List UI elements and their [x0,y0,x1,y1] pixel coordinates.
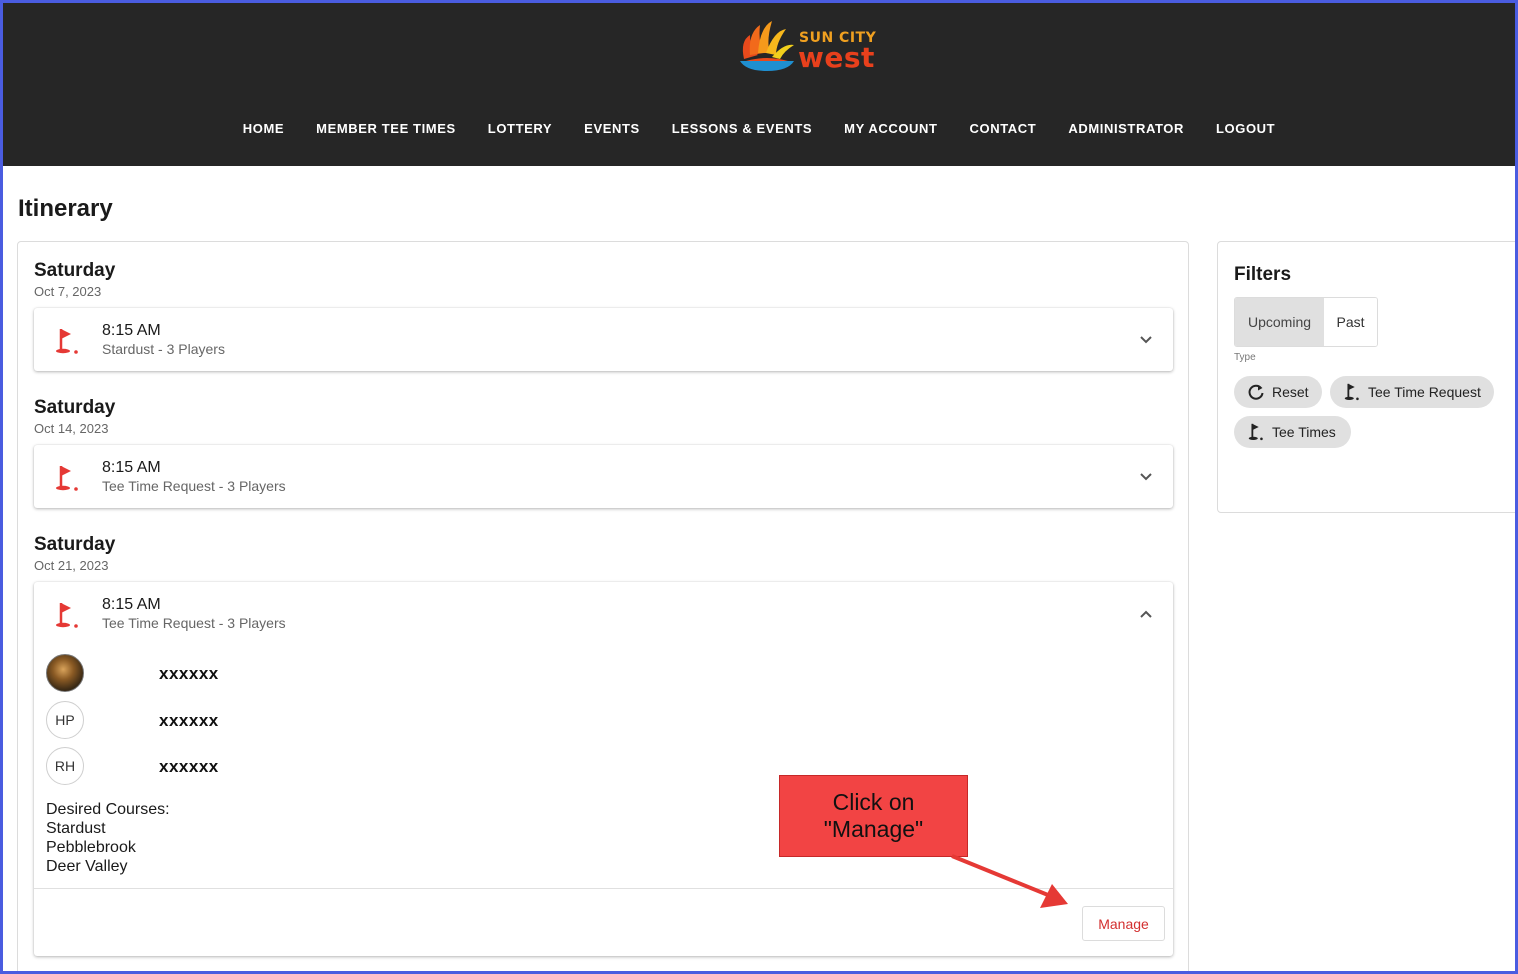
nav-contact[interactable]: CONTACT [954,119,1053,138]
day-heading: Saturday [34,534,116,555]
day-date: Oct 14, 2023 [34,421,109,436]
tee-time-request-chip[interactable]: Tee Time Request [1330,376,1494,408]
chevron-down-icon[interactable] [1139,472,1153,482]
day-heading: Saturday [34,397,116,418]
tee-times-chip[interactable]: Tee Times [1234,416,1351,448]
sunburst-logo-icon [740,21,794,71]
player-row: HP xxxxxx [46,701,446,739]
reset-chip[interactable]: Reset [1234,376,1322,408]
day-date: Oct 7, 2023 [34,284,102,299]
golf-flag-icon [1248,423,1263,441]
nav-lottery[interactable]: LOTTERY [472,119,568,138]
golf-flag-icon [56,603,78,628]
sun-city-west-logo[interactable]: SUN CITY west [736,19,881,77]
tee-time-card-expanded: 8:15 AM Tee Time Request - 3 Players xxx… [34,582,1173,956]
day-heading: Saturday [34,260,116,281]
tee-time-card[interactable]: 8:15 AM Stardust - 3 Players [34,308,1173,371]
tee-time-card[interactable]: 8:15 AM Tee Time Request - 3 Players [34,445,1173,508]
filters-panel: Filters Upcoming Past Type Reset Tee Tim… [1217,241,1518,513]
nav-events[interactable]: EVENTS [568,119,656,138]
main-nav: HOME MEMBER TEE TIMES LOTTERY EVENTS LES… [3,119,1515,138]
header-bar: SUN CITY west HOME MEMBER TEE TIMES LOTT… [3,3,1515,166]
avatar [46,654,84,692]
nav-administrator[interactable]: ADMINISTRATOR [1052,119,1200,138]
chip-label: Reset [1272,384,1309,400]
player-name: xxxxxx [159,757,219,776]
chevron-up-icon[interactable] [1139,609,1153,619]
callout-line-2: "Manage" [823,816,924,842]
brand-line-2: west [798,41,875,74]
segment-upcoming[interactable]: Upcoming [1235,298,1324,346]
annotation-callout: Click on "Manage" [779,775,968,857]
tee-time-subtitle: Tee Time Request - 3 Players [102,615,286,631]
player-name: xxxxxx [159,664,219,683]
tee-time: 8:15 AM [102,596,161,613]
golf-flag-icon [56,466,78,491]
course-item: Deer Valley [46,858,128,875]
callout-line-1: Click on [832,789,915,815]
chip-label: Tee Time Request [1368,384,1481,400]
player-name: xxxxxx [159,711,219,730]
course-item: Stardust [46,820,106,837]
nav-logout[interactable]: LOGOUT [1200,119,1291,138]
nav-member-tee-times[interactable]: MEMBER TEE TIMES [300,119,472,138]
page-title: Itinerary [18,195,113,222]
tee-time-subtitle: Tee Time Request - 3 Players [102,478,286,494]
time-segment-control: Upcoming Past [1234,297,1378,347]
nav-home[interactable]: HOME [227,119,300,138]
segment-past[interactable]: Past [1324,298,1377,346]
filters-title: Filters [1234,264,1292,285]
tee-time: 8:15 AM [102,322,161,339]
chip-label: Tee Times [1272,424,1336,440]
manage-button[interactable]: Manage [1082,906,1165,941]
tee-time: 8:15 AM [102,459,161,476]
player-row: RH xxxxxx [46,747,446,785]
divider [34,888,1173,889]
player-row: xxxxxx [46,654,446,692]
type-label: Type [1234,352,1256,363]
course-item: Pebblebrook [46,839,136,856]
refresh-icon [1248,384,1264,400]
nav-lessons-events[interactable]: LESSONS & EVENTS [656,119,828,138]
day-date: Oct 21, 2023 [34,558,109,573]
golf-flag-icon [1344,383,1359,401]
chevron-down-icon[interactable] [1139,335,1153,345]
avatar: RH [46,747,84,785]
tee-time-subtitle: Stardust - 3 Players [102,341,225,357]
desired-courses-label: Desired Courses: [46,801,170,818]
avatar: HP [46,701,84,739]
itinerary-panel: Saturday Oct 7, 2023 8:15 AM Stardust - … [17,241,1189,974]
golf-flag-icon [56,329,78,354]
nav-my-account[interactable]: MY ACCOUNT [828,119,953,138]
